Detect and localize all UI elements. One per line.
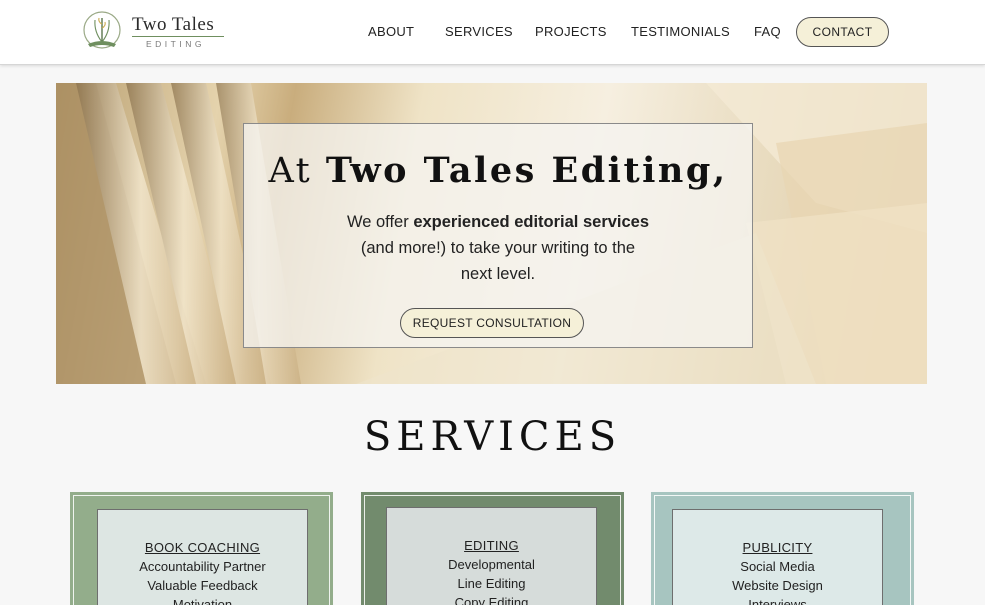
hero-text-box: At Two Tales Editing, We offer experienc… (243, 123, 753, 348)
service-card-publicity[interactable]: PUBLICITY Social Media Website Design In… (651, 492, 914, 605)
card-item: Copy Editing (454, 595, 529, 605)
request-consultation-button[interactable]: REQUEST CONSULTATION (400, 308, 584, 338)
hero-title-brand: Two Tales Editing, (325, 150, 728, 191)
logo-title: Two Tales (132, 14, 215, 35)
service-card-editing[interactable]: EDITING Developmental Line Editing Copy … (361, 492, 624, 605)
nav-item-testimonials[interactable]: TESTIMONIALS (631, 24, 730, 39)
contact-button[interactable]: CONTACT (796, 17, 889, 47)
card-item: Valuable Feedback (147, 578, 258, 593)
nav-item-about[interactable]: ABOUT (368, 24, 414, 39)
hero-tagline-line-3: next level. (460, 265, 536, 283)
hero-tagline-line-1: We offer experienced editorial services (244, 213, 752, 232)
card-inner-panel: PUBLICITY Social Media Website Design In… (672, 509, 883, 605)
hero-tagline-line-2: (and more!) to take your writing to the (360, 239, 636, 257)
logo-subtitle: EDITING (146, 39, 205, 49)
card-title[interactable]: BOOK COACHING (98, 540, 307, 555)
wheat-logo-icon (83, 11, 121, 49)
card-item: Line Editing (457, 576, 526, 591)
card-item: Social Media (740, 559, 815, 574)
site-header: Two Tales EDITING ABOUT SERVICES PROJECT… (0, 0, 985, 65)
nav-item-faq[interactable]: FAQ (754, 24, 781, 39)
card-item: Accountability Partner (139, 559, 266, 574)
service-card-book-coaching[interactable]: BOOK COACHING Accountability Partner Val… (70, 492, 333, 605)
card-inner-panel: EDITING Developmental Line Editing Copy … (386, 507, 597, 605)
services-heading: SERVICES (363, 414, 622, 460)
nav-item-projects[interactable]: PROJECTS (535, 24, 607, 39)
card-item: Developmental (448, 557, 535, 572)
card-title[interactable]: PUBLICITY (673, 540, 882, 555)
card-inner-panel: BOOK COACHING Accountability Partner Val… (97, 509, 308, 605)
nav-item-services[interactable]: SERVICES (445, 24, 513, 39)
logo-divider (132, 36, 224, 37)
site-logo[interactable]: Two Tales EDITING (80, 10, 230, 54)
card-item: Interviews (748, 597, 807, 605)
hero-title-lead: At (268, 151, 313, 191)
hero-banner: At Two Tales Editing, We offer experienc… (56, 83, 927, 384)
card-item: Motivation (172, 597, 233, 605)
card-item: Website Design (732, 578, 823, 593)
hero-title: At Two Tales Editing, (244, 150, 752, 191)
hero-tagline-plain: We offer (346, 213, 414, 231)
hero-tagline-bold: experienced editorial services (413, 213, 650, 231)
card-title[interactable]: EDITING (387, 538, 596, 553)
